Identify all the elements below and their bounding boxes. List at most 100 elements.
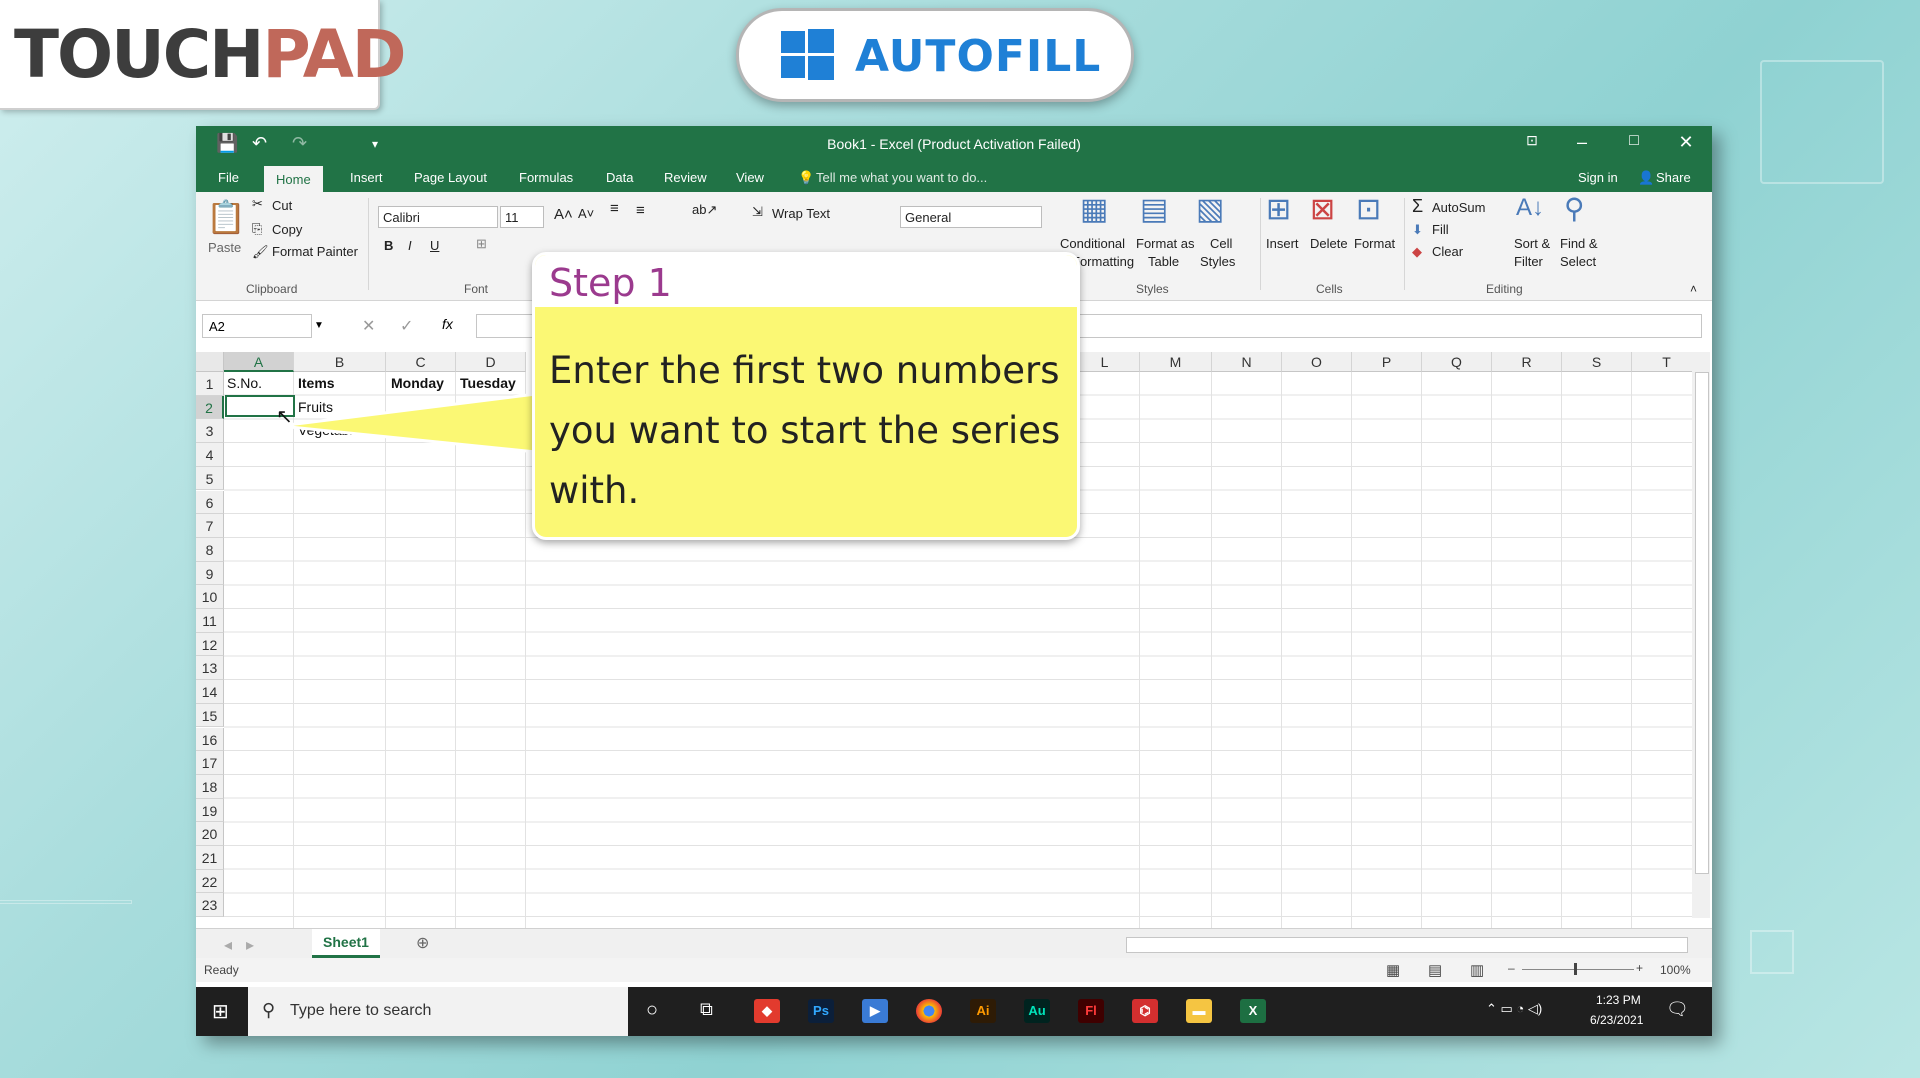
paste-icon[interactable]: 📋 [206, 198, 246, 236]
share-button[interactable]: Share [1656, 170, 1691, 185]
page-break-view-icon[interactable]: ▥ [1470, 961, 1484, 979]
row-header[interactable]: 7 [196, 514, 224, 538]
insert-function-icon[interactable]: fx [442, 316, 453, 332]
row-header[interactable]: 17 [196, 751, 224, 775]
font-size-select[interactable]: 11 [500, 206, 544, 228]
tab-review[interactable]: Review [664, 170, 707, 185]
tell-me-box[interactable]: Tell me what you want to do... [816, 170, 987, 185]
prev-sheet-icon[interactable]: ◂ [224, 935, 232, 955]
row-header[interactable]: 6 [196, 490, 224, 515]
clock-time[interactable]: 1:23 PM [1596, 993, 1641, 1007]
row-header[interactable]: 8 [196, 537, 224, 562]
row-header[interactable]: 15 [196, 703, 224, 728]
next-sheet-icon[interactable]: ▸ [246, 935, 254, 955]
name-box[interactable]: A2 [202, 314, 312, 338]
collapse-ribbon-icon[interactable]: ˄ [1690, 282, 1697, 296]
notifications-icon[interactable]: 🗨 [1666, 999, 1689, 1020]
enter-icon[interactable]: ✓ [400, 316, 413, 336]
row-header[interactable]: 18 [196, 774, 224, 799]
sort-filter-button-line2[interactable]: Filter [1514, 254, 1543, 269]
zoom-level[interactable]: 100% [1660, 963, 1691, 977]
row-header[interactable]: 21 [196, 846, 224, 870]
clear-button[interactable]: Clear [1432, 244, 1463, 259]
format-cells-icon[interactable]: ⊡ [1356, 192, 1381, 227]
row-header[interactable]: 23 [196, 893, 224, 918]
cortana-icon[interactable]: ○ [646, 999, 658, 1022]
delete-cells-button[interactable]: Delete [1310, 236, 1348, 251]
row-header[interactable]: 4 [196, 443, 224, 467]
bold-button[interactable]: B [384, 238, 393, 253]
row-header[interactable]: 16 [196, 727, 224, 752]
find-select-button-line2[interactable]: Select [1560, 254, 1596, 269]
vertical-scrollbar[interactable] [1692, 352, 1710, 918]
tab-formulas[interactable]: Formulas [519, 170, 573, 185]
conditional-formatting-button-line2[interactable]: Formatting [1072, 254, 1134, 269]
tab-data[interactable]: Data [606, 170, 633, 185]
name-box-dropdown-icon[interactable]: ▼ [314, 320, 324, 331]
row-header[interactable]: 10 [196, 585, 224, 609]
illustrator-icon[interactable]: Ai [970, 999, 996, 1023]
format-as-table-button-line2[interactable]: Table [1148, 254, 1179, 269]
italic-button[interactable]: I [408, 238, 412, 253]
cut-button[interactable]: Cut [272, 198, 292, 213]
select-all-corner[interactable] [196, 352, 224, 372]
cell-styles-button-line2[interactable]: Styles [1200, 254, 1235, 269]
wrap-text-button[interactable]: Wrap Text [772, 206, 830, 221]
media-player-icon[interactable]: ▶ [862, 999, 888, 1023]
normal-view-icon[interactable]: ▦ [1386, 961, 1400, 979]
row-header[interactable]: 13 [196, 656, 224, 681]
row-header[interactable]: 5 [196, 466, 224, 491]
orientation-icon[interactable]: ab↗ [692, 202, 717, 218]
find-select-button[interactable]: Find & [1560, 236, 1598, 251]
row-header[interactable]: 1 [196, 372, 224, 396]
page-layout-view-icon[interactable]: ▤ [1428, 961, 1442, 979]
autosum-button[interactable]: AutoSum [1432, 200, 1485, 215]
tab-insert[interactable]: Insert [350, 170, 383, 185]
underline-button[interactable]: U [430, 238, 439, 253]
maximize-icon[interactable]: □ [1624, 132, 1644, 150]
audition-icon[interactable]: Au [1024, 999, 1050, 1023]
column-header[interactable]: T [1632, 352, 1696, 372]
sheet-tab-sheet1[interactable]: Sheet1 [312, 929, 380, 958]
sort-filter-button[interactable]: Sort & [1514, 236, 1550, 251]
row-header[interactable]: 12 [196, 632, 224, 657]
zoom-slider-thumb[interactable] [1574, 963, 1577, 975]
start-button-icon[interactable]: ⊞ [212, 999, 229, 1024]
delete-cells-icon[interactable]: ⊠ [1310, 192, 1335, 227]
anydesk-icon[interactable]: ◆ [754, 999, 780, 1023]
sort-filter-icon[interactable]: A↓ [1516, 194, 1544, 222]
insert-cells-icon[interactable]: ⊞ [1266, 192, 1291, 227]
copy-button[interactable]: Copy [272, 222, 302, 237]
column-header[interactable]: O [1282, 352, 1352, 372]
file-explorer-icon[interactable]: ▬ [1186, 999, 1212, 1023]
paste-button[interactable]: Paste [208, 240, 241, 255]
taskbar-search-box[interactable]: ⚲ Type here to search [248, 987, 628, 1036]
task-view-icon[interactable]: ⧉ [700, 999, 713, 1020]
conditional-formatting-icon[interactable]: ▦ [1080, 192, 1108, 227]
column-header[interactable]: R [1492, 352, 1562, 372]
row-header[interactable]: 20 [196, 822, 224, 846]
close-icon[interactable]: ✕ [1676, 132, 1696, 153]
grow-font-icon[interactable]: A˄ [554, 206, 573, 223]
row-header[interactable]: 3 [196, 419, 224, 444]
row-header[interactable]: 22 [196, 869, 224, 894]
excel-taskbar-icon[interactable]: X [1240, 999, 1266, 1023]
minimize-icon[interactable]: – [1572, 132, 1592, 153]
column-header[interactable]: N [1212, 352, 1282, 372]
shrink-font-icon[interactable]: A˅ [578, 206, 594, 221]
format-as-table-icon[interactable]: ▤ [1140, 192, 1168, 227]
column-header[interactable]: L [1070, 352, 1140, 372]
ribbon-display-icon[interactable]: ⊡ [1522, 132, 1542, 149]
zoom-out-icon[interactable]: – [1508, 961, 1515, 975]
acrobat-icon[interactable]: ⌬ [1132, 999, 1158, 1023]
row-header[interactable]: 2 [196, 395, 224, 420]
insert-cells-button[interactable]: Insert [1266, 236, 1299, 251]
sign-in-link[interactable]: Sign in [1578, 170, 1618, 185]
cancel-icon[interactable]: ✕ [362, 316, 375, 336]
format-cells-button[interactable]: Format [1354, 236, 1395, 251]
find-select-icon[interactable]: ⚲ [1564, 192, 1585, 225]
clock-date[interactable]: 6/23/2021 [1590, 1013, 1643, 1027]
system-tray-icons[interactable]: ⌃ ▭ ◔ ◁) [1486, 1001, 1542, 1017]
conditional-formatting-button[interactable]: Conditional [1060, 236, 1125, 251]
number-format-select[interactable]: General [900, 206, 1042, 228]
